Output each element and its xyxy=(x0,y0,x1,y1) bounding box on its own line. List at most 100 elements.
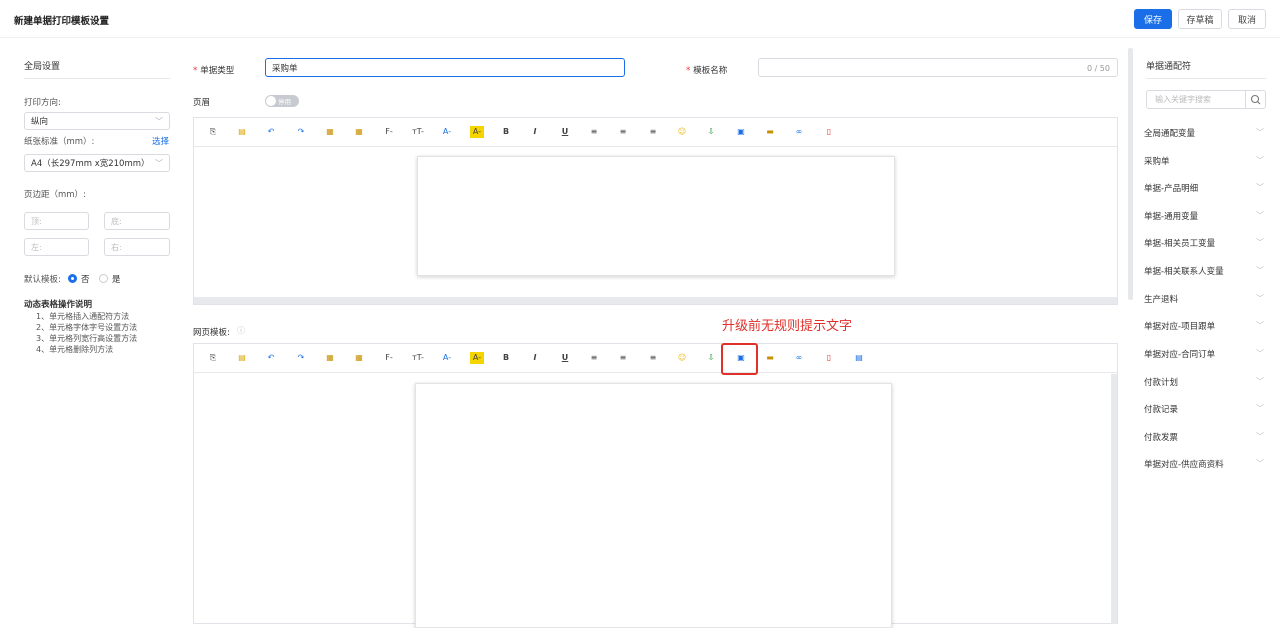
bold-icon[interactable]: B xyxy=(499,126,513,138)
header-canvas[interactable] xyxy=(417,156,895,276)
font-size-icon[interactable]: тT- xyxy=(411,352,425,364)
chevron-down-icon: ﹀ xyxy=(1256,183,1264,192)
wildcard-group[interactable]: 付款记录 ﹀ xyxy=(1144,403,1266,415)
margin-top-input[interactable]: 顶: xyxy=(24,212,89,230)
top-bar: 新建单据打印模板设置 保存 存草稿 取消 xyxy=(0,0,1280,38)
bold-icon[interactable]: B xyxy=(499,352,513,364)
picture-icon[interactable]: ▬ xyxy=(763,352,777,364)
info-circle-icon: ⓘ xyxy=(237,326,245,335)
redo-icon[interactable]: ↷ xyxy=(294,352,308,364)
chevron-down-icon: ﹀ xyxy=(155,117,163,126)
align-right-icon[interactable]: ≡ xyxy=(646,126,660,138)
table-icon[interactable]: ▦ xyxy=(352,352,366,364)
font-color-icon[interactable]: A- xyxy=(440,352,454,364)
align-center-icon[interactable]: ≡ xyxy=(616,126,630,138)
cancel-button[interactable]: 取消 xyxy=(1228,9,1266,29)
panel-scrollbar[interactable] xyxy=(1128,48,1133,300)
font-icon[interactable]: F- xyxy=(382,352,396,364)
font-icon[interactable]: F- xyxy=(382,126,396,138)
wildcard-group[interactable]: 采购单 ﹀ xyxy=(1144,155,1266,167)
wildcard-group[interactable]: 单据对应-供应商资料 ﹀ xyxy=(1144,458,1266,470)
field-icon[interactable]: ▯ xyxy=(822,352,836,364)
align-center-icon[interactable]: ≡ xyxy=(616,352,630,364)
emoji-icon[interactable]: ☺ xyxy=(675,126,689,138)
header-editor[interactable]: ⎘ ▤ ↶ ↷ ▦ ▦ F- тT- A- A- B I U ≡ ≡ ≡ ☺ ⇩… xyxy=(193,117,1118,305)
emoji-icon[interactable]: ☺ xyxy=(675,352,689,364)
underline-icon[interactable]: U xyxy=(558,352,572,364)
copy-format-icon[interactable]: ▦ xyxy=(323,126,337,138)
orientation-label: 打印方向: xyxy=(24,98,61,108)
save-draft-button[interactable]: 存草稿 xyxy=(1178,9,1222,29)
paper-select-link[interactable]: 选择 xyxy=(152,135,169,147)
chevron-down-icon: ﹀ xyxy=(1256,156,1264,165)
help-item: 3、单元格列宽行高设置方法 xyxy=(36,334,138,343)
chevron-down-icon: ﹀ xyxy=(1256,128,1264,137)
margin-bottom-input[interactable]: 底: xyxy=(104,212,170,230)
align-right-icon[interactable]: ≡ xyxy=(646,352,660,364)
align-left-icon[interactable]: ≡ xyxy=(587,126,601,138)
help-item: 4、单元格删除列方法 xyxy=(36,345,114,354)
wildcard-group[interactable]: 单据-产品明细 ﹀ xyxy=(1144,182,1266,194)
chevron-down-icon: ﹀ xyxy=(1256,294,1264,303)
divider xyxy=(1146,78,1266,79)
picture-icon[interactable]: ▬ xyxy=(763,126,777,138)
horizontal-scrollbar[interactable] xyxy=(194,297,1117,304)
wildcard-group[interactable]: 付款发票 ﹀ xyxy=(1144,431,1266,443)
orientation-select[interactable]: 纵向 ﹀ xyxy=(24,112,170,130)
wildcard-group[interactable]: 付款计划 ﹀ xyxy=(1144,376,1266,388)
save-button[interactable]: 保存 xyxy=(1134,9,1172,29)
doc-type-input[interactable]: 采购单 xyxy=(265,58,625,77)
insert-icon[interactable]: ⇩ xyxy=(704,352,718,364)
template-name-input[interactable]: 0 / 50 xyxy=(758,58,1118,77)
image-icon[interactable]: ▣ xyxy=(734,126,748,138)
wildcard-group[interactable]: 单据对应-项目跟单 ﹀ xyxy=(1144,320,1266,332)
paste-icon[interactable]: ⎘ xyxy=(206,126,220,138)
default-template-label: 默认模板: xyxy=(24,275,61,285)
wildcard-group[interactable]: 单据-相关联系人变量 ﹀ xyxy=(1144,265,1266,277)
undo-icon[interactable]: ↶ xyxy=(264,126,278,138)
web-canvas[interactable] xyxy=(415,383,892,628)
header-toggle[interactable]: 停用 xyxy=(265,95,299,107)
paste-icon[interactable]: ⎘ xyxy=(206,352,220,364)
link-icon[interactable]: ∞ xyxy=(792,126,806,138)
redo-icon[interactable]: ↷ xyxy=(294,126,308,138)
wildcard-group[interactable]: 单据对应-合同订单 ﹀ xyxy=(1144,348,1266,360)
field-icon[interactable]: ▯ xyxy=(822,126,836,138)
underline-icon[interactable]: U xyxy=(558,126,572,138)
wildcard-group[interactable]: 单据-通用变量 ﹀ xyxy=(1144,210,1266,222)
align-left-icon[interactable]: ≡ xyxy=(587,352,601,364)
wildcard-group[interactable]: 全局通配变量 ﹀ xyxy=(1144,127,1266,139)
highlight-icon[interactable]: A- xyxy=(470,126,484,138)
italic-icon[interactable]: I xyxy=(528,352,542,364)
wildcard-search-input[interactable]: 输入关键字搜索 xyxy=(1146,90,1266,109)
chevron-down-icon: ﹀ xyxy=(1256,404,1264,413)
divider xyxy=(24,78,170,79)
web-template-editor[interactable]: ⎘ ▤ ↶ ↷ ▦ ▦ F- тT- A- A- B I U ≡ ≡ ≡ ☺ ⇩… xyxy=(193,343,1118,628)
search-placeholder: 输入关键字搜索 xyxy=(1155,95,1211,104)
chevron-down-icon: ﹀ xyxy=(1256,349,1264,358)
doc-icon[interactable]: ▤ xyxy=(235,126,249,138)
insert-icon[interactable]: ⇩ xyxy=(704,126,718,138)
annotation-highlight-box xyxy=(721,343,758,375)
wildcard-group[interactable]: 生产退料 ﹀ xyxy=(1144,293,1266,305)
grid-icon[interactable]: ▤ xyxy=(852,352,866,364)
template-name-label: * 模板名称 xyxy=(686,66,728,76)
font-color-icon[interactable]: A- xyxy=(440,126,454,138)
copy-format-icon[interactable]: ▦ xyxy=(323,352,337,364)
undo-icon[interactable]: ↶ xyxy=(264,352,278,364)
doc-icon[interactable]: ▤ xyxy=(235,352,249,364)
font-size-icon[interactable]: тT- xyxy=(411,126,425,138)
table-icon[interactable]: ▦ xyxy=(352,126,366,138)
default-no-radio[interactable] xyxy=(68,274,77,283)
link-icon[interactable]: ∞ xyxy=(792,352,806,364)
default-yes-radio[interactable] xyxy=(99,274,108,283)
paper-select[interactable]: A4（长297mm x宽210mm） ﹀ xyxy=(24,154,170,172)
wildcard-group[interactable]: 单据-相关员工变量 ﹀ xyxy=(1144,237,1266,249)
italic-icon[interactable]: I xyxy=(528,126,542,138)
margin-left-input[interactable]: 左: xyxy=(24,238,89,256)
highlight-icon[interactable]: A- xyxy=(470,352,484,364)
search-icon[interactable] xyxy=(1245,91,1265,108)
margin-right-input[interactable]: 右: xyxy=(104,238,170,256)
char-counter: 0 / 50 xyxy=(1086,64,1110,73)
vertical-scrollbar[interactable] xyxy=(1111,374,1117,624)
